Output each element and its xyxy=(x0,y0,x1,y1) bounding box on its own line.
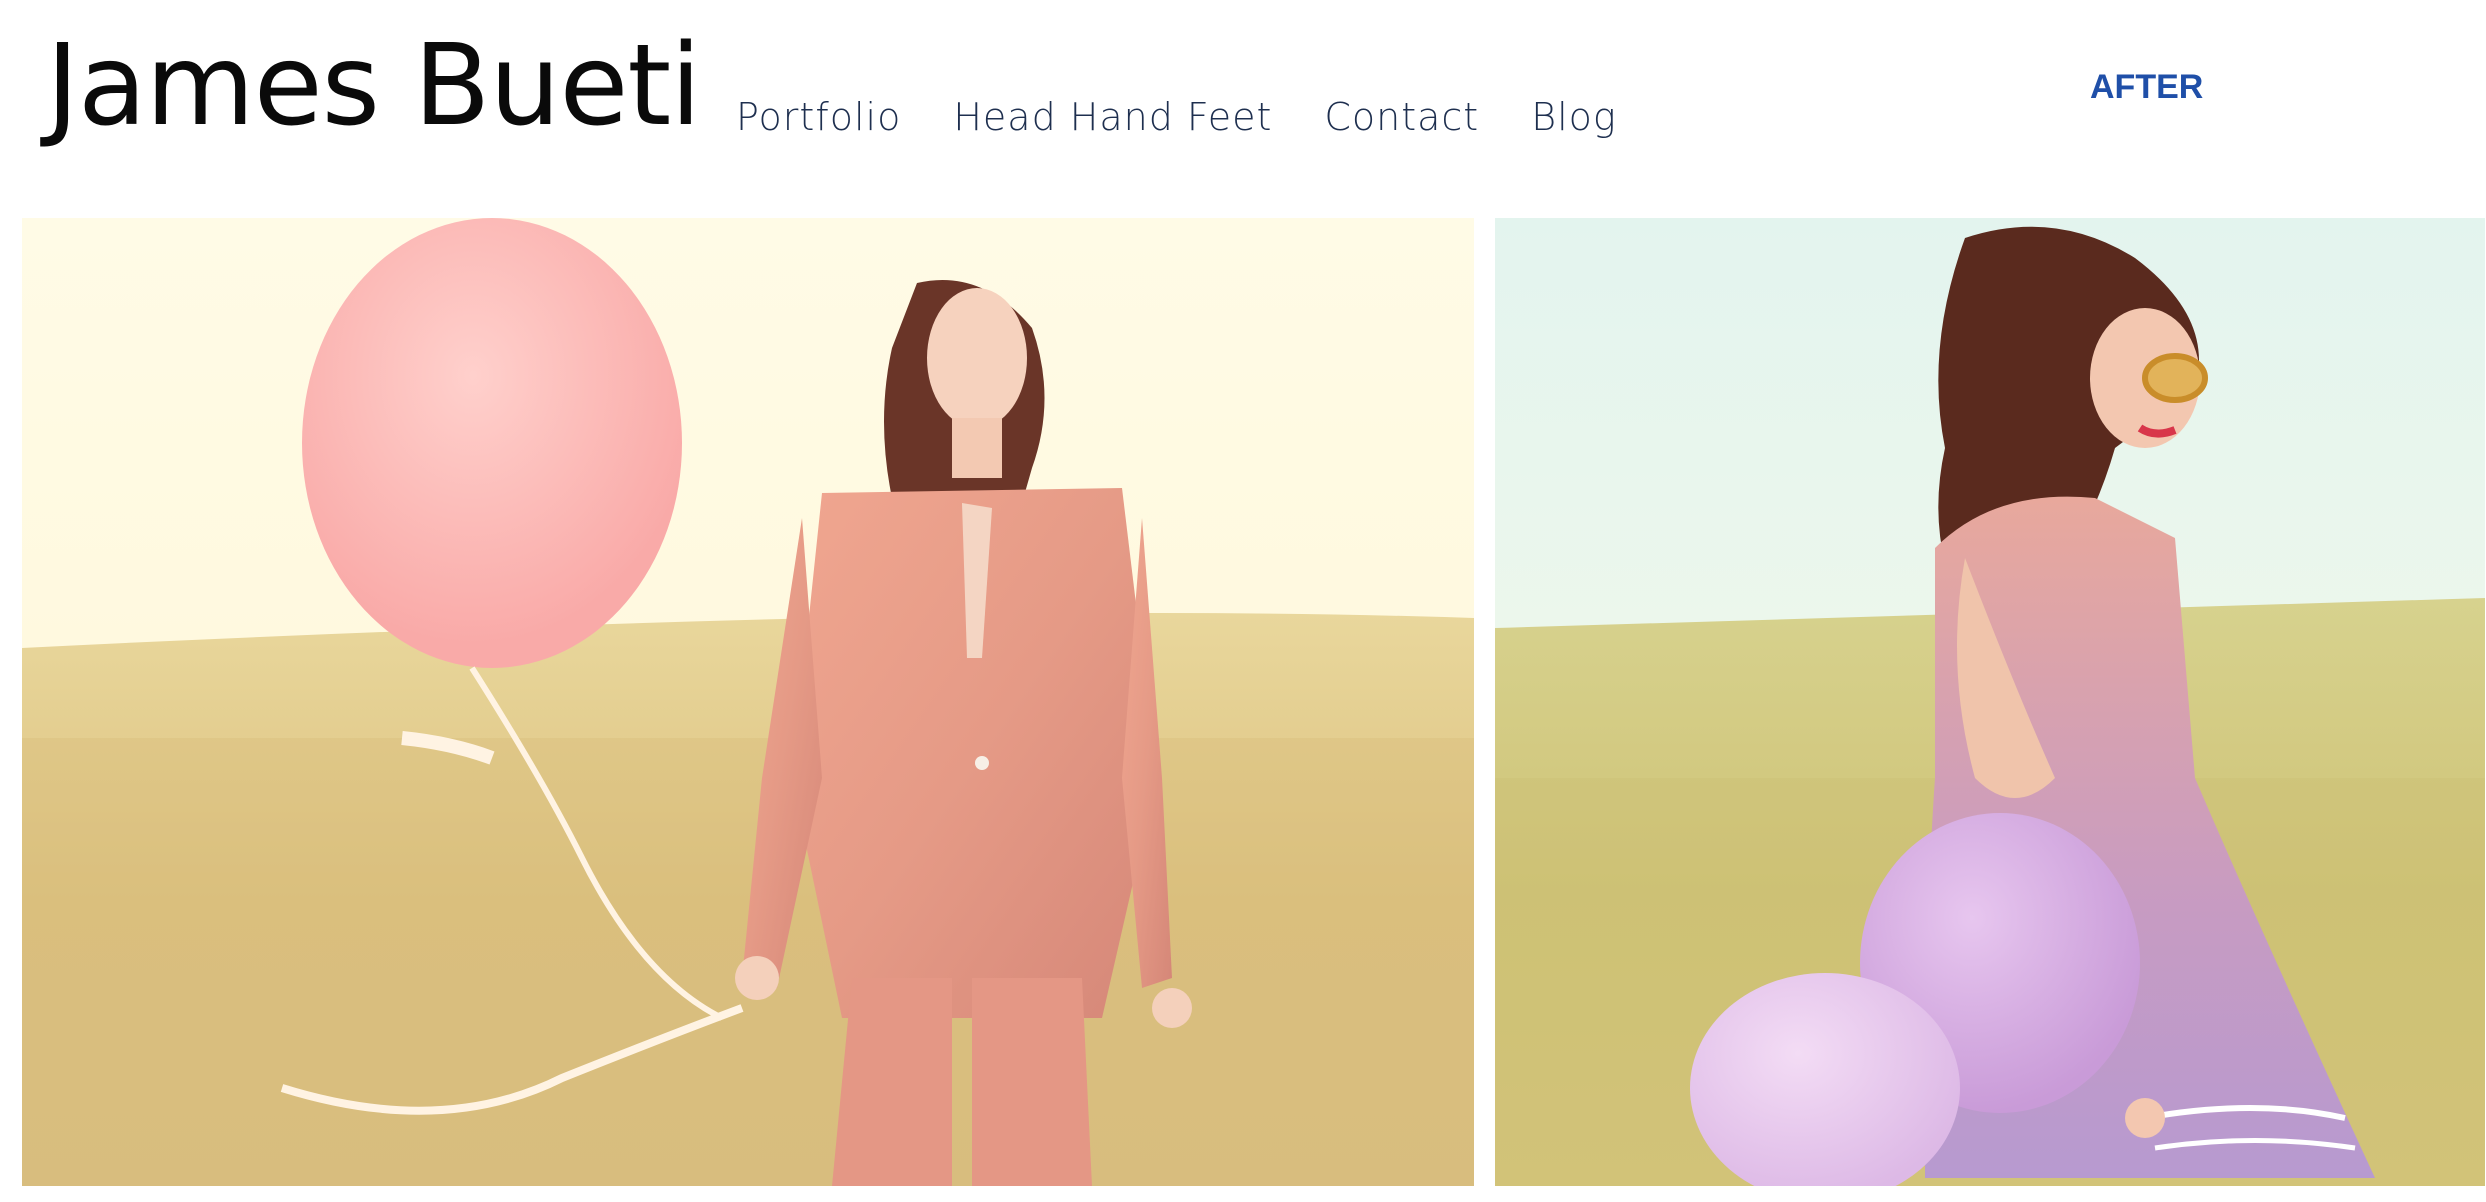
main-nav: Portfolio Head Hand Feet Contact Blog xyxy=(736,98,1617,136)
nav-item-blog[interactable]: Blog xyxy=(1531,98,1617,136)
gallery-photo-left[interactable] xyxy=(22,218,1474,1186)
photo-right-illustration xyxy=(1495,218,2485,1186)
gallery-photo-right[interactable] xyxy=(1495,218,2485,1186)
photo-left-illustration xyxy=(22,218,1474,1186)
site-title[interactable]: James Bueti xyxy=(46,30,701,142)
page: James Bueti Portfolio Head Hand Feet Con… xyxy=(0,0,2486,1202)
after-label: AFTER xyxy=(2090,68,2204,106)
nav-item-head-hand-feet[interactable]: Head Hand Feet xyxy=(953,98,1272,136)
nav-item-contact[interactable]: Contact xyxy=(1324,98,1479,136)
nav-item-portfolio[interactable]: Portfolio xyxy=(736,98,901,136)
